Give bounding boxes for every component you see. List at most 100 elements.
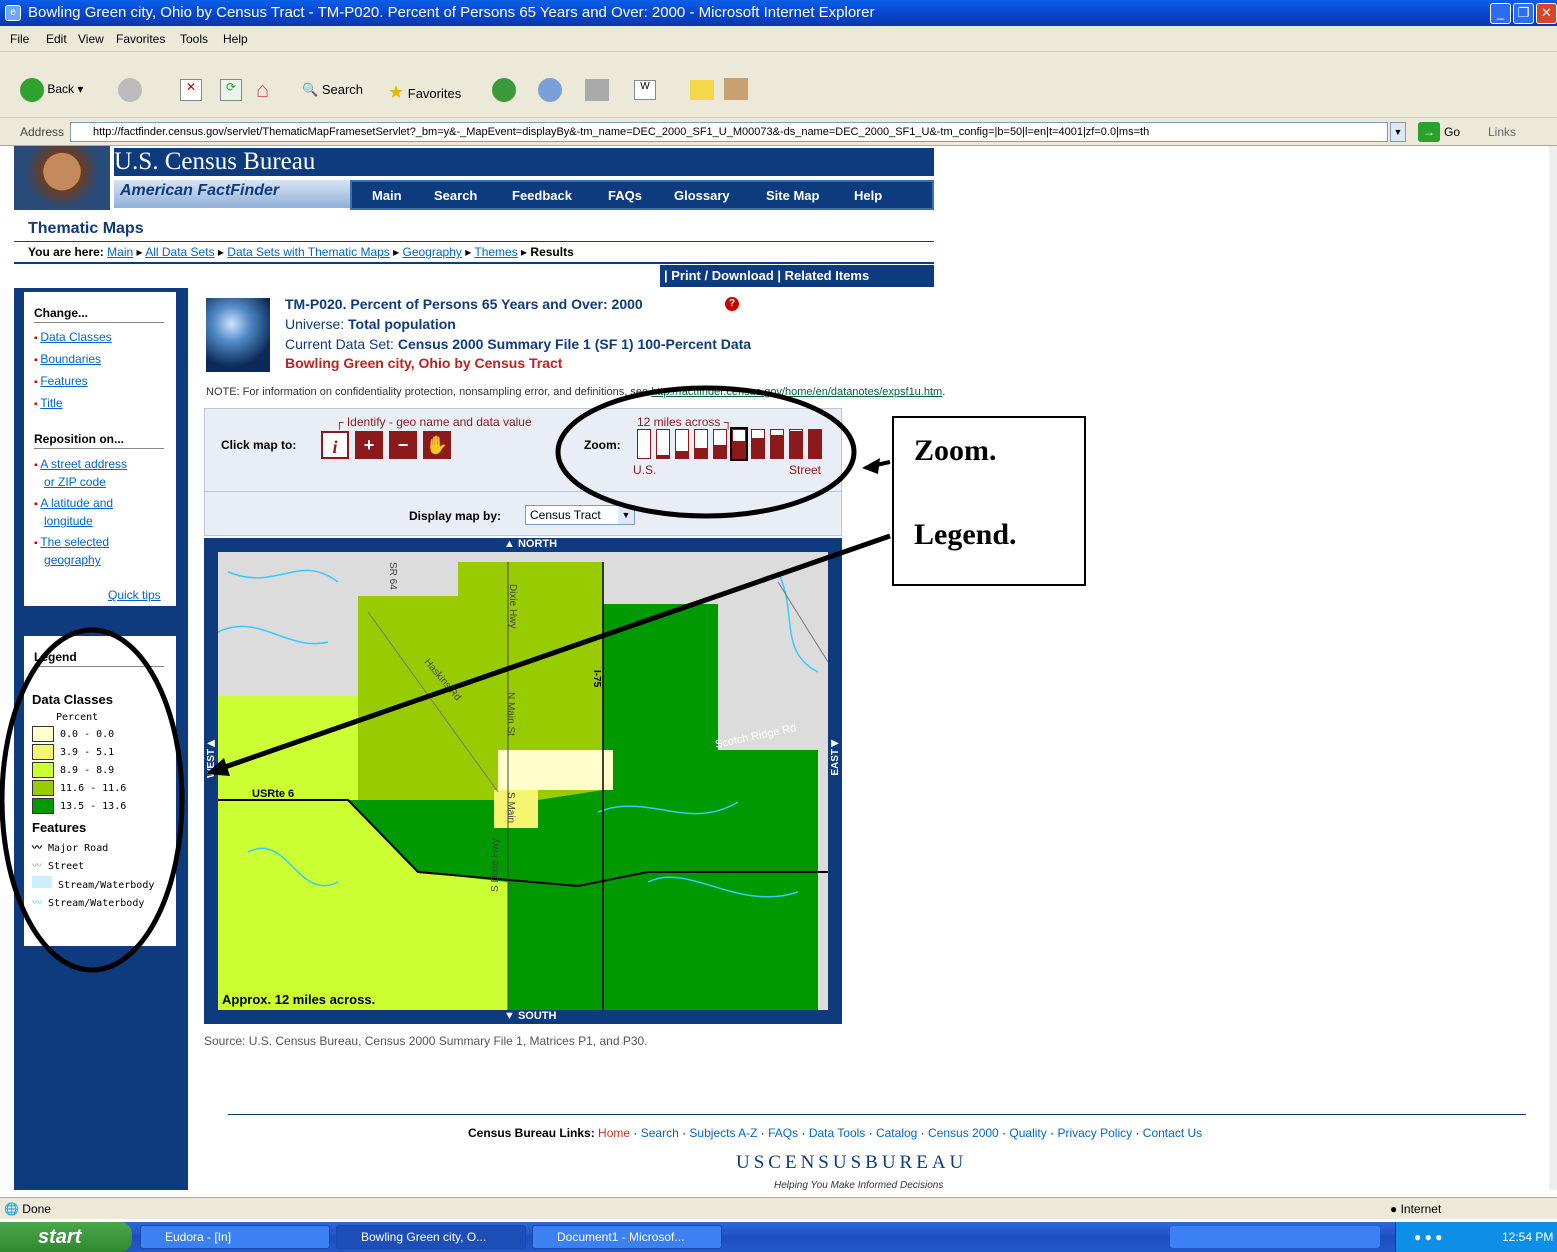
media-controls[interactable] [1170, 1226, 1380, 1248]
annotation-overlay [0, 385, 891, 973]
back-button[interactable]: Back ▾ [20, 78, 83, 102]
breadcrumb: You are here: Main ▸ All Data Sets ▸ Dat… [28, 245, 574, 259]
dataset-line: Current Data Set: Census 2000 Summary Fi… [285, 336, 752, 352]
globe-icon [206, 298, 270, 372]
nav-feedback[interactable]: Feedback [512, 188, 572, 203]
status-done: 🌐 Done [4, 1202, 51, 1216]
census-bureau-logo[interactable]: USCENSUSBUREAU [736, 1152, 967, 1174]
back-arrow-icon [20, 78, 44, 102]
nav-site-map[interactable]: Site Map [766, 188, 819, 203]
help-icon[interactable]: ? [725, 297, 739, 311]
address-dropdown[interactable]: ▼ [1390, 122, 1406, 142]
minimize-button[interactable]: _ [1490, 3, 1511, 24]
favorites-label: Favorites [407, 86, 462, 101]
back-label: Back [47, 82, 75, 97]
footer-link[interactable]: Data Tools [809, 1126, 865, 1140]
zoom-ellipse [555, 385, 857, 519]
address-bar: Address http://factfinder.census.gov/ser… [0, 118, 1557, 146]
menu-help[interactable]: Help [223, 32, 248, 46]
taskbar: start Eudora - [In] Bowling Green city, … [0, 1222, 1557, 1252]
task-ie-window[interactable]: Bowling Green city, O... [336, 1225, 526, 1249]
geography-title: Bowling Green city, Ohio by Census Tract [285, 355, 563, 371]
nav-glossary[interactable]: Glossary [674, 188, 730, 203]
task-word[interactable]: Document1 - Microsof... [532, 1225, 722, 1249]
legend-arrowhead-icon [206, 758, 230, 776]
print-related-bar[interactable]: | Print / Download | Related Items [660, 265, 934, 287]
system-tray: ● ● ● 12:54 PM [1395, 1222, 1557, 1252]
nav-faqs[interactable]: FAQs [608, 188, 642, 203]
zoom-arrowhead-icon [862, 458, 880, 474]
edit-word-icon[interactable]: W [634, 80, 656, 100]
footer-link[interactable]: Home [598, 1126, 630, 1140]
folder-icon[interactable] [690, 80, 714, 100]
search-button[interactable]: 🔍 Search [302, 82, 363, 98]
go-button[interactable]: → [1418, 122, 1440, 142]
address-label: Address [20, 125, 65, 139]
south-pan[interactable]: ▼ SOUTH [504, 1010, 556, 1022]
close-button[interactable]: ✕ [1536, 3, 1557, 24]
menu-tools[interactable]: Tools [180, 32, 208, 46]
change-link-data-classes[interactable]: ▪ Data Classes [34, 330, 112, 344]
census-bureau-title[interactable]: U.S. Census Bureau [114, 148, 934, 176]
legend-ellipse [0, 627, 185, 973]
footer-link[interactable]: FAQs [768, 1126, 798, 1140]
legend-arrow [221, 533, 891, 771]
home-button[interactable]: ⌂ [256, 77, 269, 103]
forward-button[interactable] [118, 78, 142, 102]
footer-link[interactable]: Subjects A-Z [689, 1126, 757, 1140]
task-eudora[interactable]: Eudora - [In] [140, 1225, 330, 1249]
clock: 12:54 PM [1502, 1230, 1554, 1244]
refresh-button[interactable]: ⟳ [220, 79, 242, 101]
footer-link[interactable]: Privacy Policy [1057, 1126, 1132, 1140]
breadcrumb-divider [14, 262, 934, 264]
footer-link[interactable]: Search [641, 1126, 679, 1140]
breadcrumb-current: Results [530, 245, 574, 259]
menu-favorites[interactable]: Favorites [116, 32, 165, 46]
restore-button[interactable]: ❐ [1513, 3, 1534, 24]
footer-link[interactable]: Census 2000 [928, 1126, 999, 1140]
footer-link[interactable]: Contact Us [1143, 1126, 1202, 1140]
census-tagline: Helping You Make Informed Decisions [774, 1180, 944, 1190]
nav-search[interactable]: Search [434, 188, 477, 203]
star-icon: ★ [388, 82, 405, 102]
map-scale-label: Approx. 12 miles across. [222, 992, 375, 1007]
window-titlebar: Bowling Green city, Ohio by Census Tract… [0, 0, 1557, 26]
menu-view[interactable]: View [78, 32, 104, 46]
vertical-scrollbar[interactable] [1549, 146, 1557, 1190]
breadcrumb-main[interactable]: Main [107, 245, 133, 259]
search-label: Search [321, 82, 364, 97]
breadcrumb-geography[interactable]: Geography [403, 245, 462, 259]
history-icon[interactable] [492, 78, 516, 102]
footer-links: Census Bureau Links: Home · Search · Sub… [468, 1126, 1203, 1140]
change-link-boundaries[interactable]: ▪ Boundaries [34, 352, 101, 366]
ie-icon: e [5, 5, 21, 21]
links-label[interactable]: Links [1488, 125, 1516, 139]
toolbar: Back ▾ ✕ ⟳ ⌂ 🔍 Search ★ Favorites W [0, 52, 1557, 118]
footer-link[interactable]: Quality [1009, 1126, 1046, 1140]
nav-help[interactable]: Help [854, 188, 882, 203]
stop-button[interactable]: ✕ [180, 79, 202, 101]
breadcrumb-themes[interactable]: Themes [474, 245, 517, 259]
universe-line: Universe: Total population [285, 316, 456, 332]
start-button[interactable]: start [0, 1222, 132, 1252]
address-input[interactable]: http://factfinder.census.gov/servlet/The… [70, 122, 1388, 142]
page-title: Thematic Maps [28, 220, 144, 237]
footer-divider [228, 1114, 1526, 1115]
breadcrumb-thematic-sets[interactable]: Data Sets with Thematic Maps [227, 245, 390, 259]
nav-main[interactable]: Main [372, 188, 402, 203]
footer-link[interactable]: Catalog [876, 1126, 917, 1140]
breadcrumb-all-data-sets[interactable]: All Data Sets [145, 245, 214, 259]
american-factfinder-logo[interactable]: American FactFinder [114, 180, 354, 208]
mail-icon[interactable] [538, 78, 562, 102]
print-icon[interactable] [585, 79, 609, 101]
census-photo [14, 146, 110, 210]
menu-file[interactable]: File [10, 32, 29, 46]
research-icon[interactable] [724, 78, 748, 100]
main-nav: Main Search Feedback FAQs Glossary Site … [350, 180, 934, 210]
breadcrumb-label: You are here: [28, 245, 104, 259]
favorites-button[interactable]: ★ Favorites [388, 82, 461, 103]
menu-bar: File Edit View Favorites Tools Help [0, 26, 1557, 52]
go-label[interactable]: Go [1444, 125, 1460, 139]
tray-icons[interactable]: ● ● ● [1414, 1222, 1442, 1252]
menu-edit[interactable]: Edit [46, 32, 67, 46]
